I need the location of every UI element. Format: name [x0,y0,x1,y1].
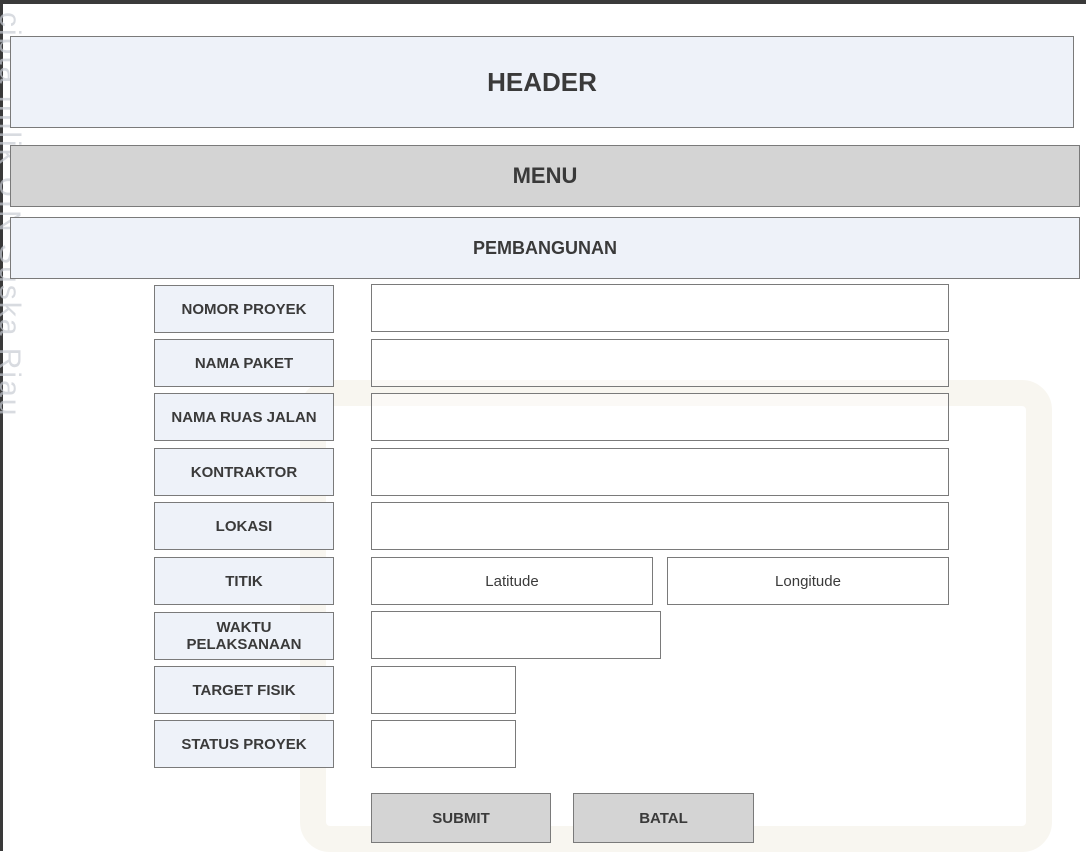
label-waktu-pelaksanaan: WAKTU PELAKSANAAN [154,612,334,660]
label-titik: TITIK [154,557,334,605]
longitude-input[interactable] [667,557,949,605]
kontraktor-input[interactable] [371,448,949,496]
label-nomor-proyek: NOMOR PROYEK [154,285,334,333]
label-target-fisik: TARGET FISIK [154,666,334,714]
label-lokasi: LOKASI [154,502,334,550]
label-kontraktor: KONTRAKTOR [154,448,334,496]
lokasi-input[interactable] [371,502,949,550]
top-border [0,0,1086,4]
waktu-pelaksanaan-input[interactable] [371,611,661,659]
label-nama-ruas-jalan: NAMA RUAS JALAN [154,393,334,441]
target-fisik-input[interactable] [371,666,516,714]
latitude-input[interactable] [371,557,653,605]
submit-button[interactable]: SUBMIT [371,793,551,843]
page-header: HEADER [10,36,1074,128]
nomor-proyek-input[interactable] [371,284,949,332]
label-nama-paket: NAMA PAKET [154,339,334,387]
batal-button[interactable]: BATAL [573,793,754,843]
nama-ruas-jalan-input[interactable] [371,393,949,441]
status-proyek-input[interactable] [371,720,516,768]
nama-paket-input[interactable] [371,339,949,387]
section-title: PEMBANGUNAN [10,217,1080,279]
main-menu[interactable]: MENU [10,145,1080,207]
label-status-proyek: STATUS PROYEK [154,720,334,768]
